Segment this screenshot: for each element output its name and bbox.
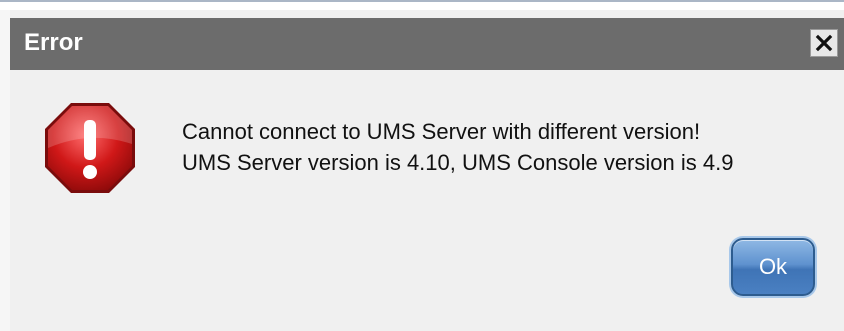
dialog-titlebar[interactable]: Error <box>10 18 844 70</box>
error-message: Cannot connect to UMS Server with differ… <box>182 116 733 178</box>
close-icon <box>815 34 833 52</box>
window-top-edge <box>0 0 844 10</box>
ok-button[interactable]: Ok <box>731 238 815 296</box>
error-message-line-2: UMS Server version is 4.10, UMS Console … <box>182 150 734 175</box>
error-dialog: Error Cannot connect to UMS Server with … <box>0 0 844 331</box>
close-button[interactable] <box>810 29 838 57</box>
dialog-title: Error <box>24 29 83 56</box>
window-left-edge <box>0 10 10 331</box>
error-message-line-1: Cannot connect to UMS Server with differ… <box>182 119 701 144</box>
ok-button-label: Ok <box>758 254 788 279</box>
error-stop-icon <box>45 103 135 193</box>
